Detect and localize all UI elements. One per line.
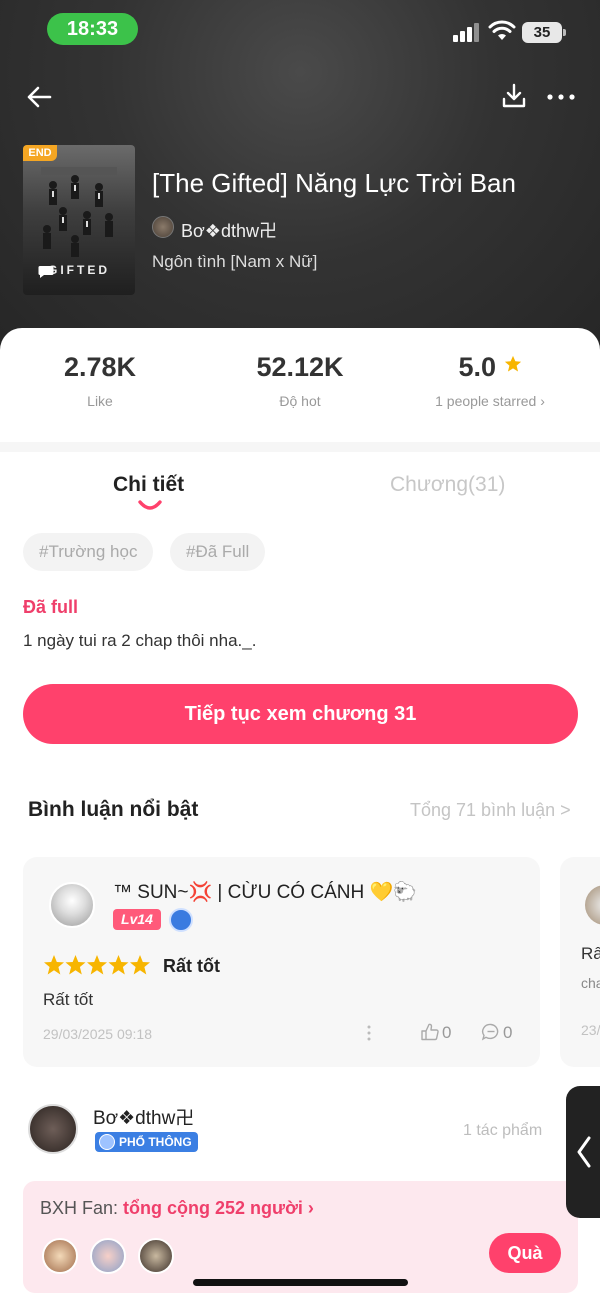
- comment-reply-button[interactable]: 0: [481, 1022, 512, 1044]
- tag-item[interactable]: #Đã Full: [170, 533, 266, 571]
- rating-value: 5.0: [458, 352, 497, 382]
- author-avatar[interactable]: [152, 216, 174, 238]
- stat-hot: 52.12K Độ hot: [200, 352, 400, 409]
- comment-like-button[interactable]: 0: [420, 1022, 451, 1044]
- all-comments-link[interactable]: Tổng 71 bình luận >: [410, 800, 571, 821]
- rating-text: Rất tốt: [163, 956, 220, 976]
- fan-ranking-prefix: BXH Fan:: [40, 1198, 124, 1218]
- membership-badge: PHỔ THÔNG: [95, 1132, 198, 1152]
- hot-label: Độ hot: [279, 393, 321, 409]
- like-label: Like: [87, 393, 113, 409]
- book-description: 1 ngày tui ra 2 chap thôi nha._.: [23, 631, 257, 650]
- home-indicator: [193, 1279, 408, 1286]
- tab-indicator: [138, 500, 162, 510]
- commenter-name: ™ SUN~💢 | CỪU CÓ CÁNH 💛🐑: [113, 882, 417, 903]
- commenter-avatar[interactable]: [49, 882, 95, 928]
- status-time: 18:33: [47, 13, 138, 45]
- author-name[interactable]: Bơ❖dthw卍: [181, 217, 277, 243]
- gift-button[interactable]: Quà: [489, 1233, 561, 1273]
- cellular-signal-icon: [453, 22, 483, 42]
- comment-card-next[interactable]: Rấ cha 23/: [560, 857, 600, 1067]
- comment-text: Rất tốt: [43, 990, 94, 1009]
- author-profile-name[interactable]: Bơ❖dthw卍: [93, 1103, 194, 1130]
- section-divider: [0, 442, 600, 452]
- membership-drop-icon: [169, 908, 193, 932]
- tab-chapters[interactable]: Chương(31): [390, 473, 505, 497]
- fan-ranking-count: tổng cộng 252 người ›: [123, 1198, 314, 1218]
- stats-row: 2.78K Like 52.12K Độ hot 5.0 1 people st…: [0, 352, 600, 432]
- wifi-icon: [488, 20, 516, 40]
- like-count: 0: [442, 1023, 452, 1042]
- comment-date: 29/03/2025 09:18: [43, 1026, 152, 1042]
- fan-avatar[interactable]: [90, 1238, 126, 1274]
- tag-item[interactable]: #Trường học: [23, 533, 154, 571]
- rating-stars: [44, 955, 150, 975]
- fan-ranking-label[interactable]: BXH Fan: tổng cộng 252 người ›: [40, 1198, 314, 1219]
- stat-rating[interactable]: 5.0 1 people starred ›: [390, 352, 590, 409]
- comment-more-icon[interactable]: [363, 1023, 375, 1043]
- fan-ranking-box[interactable]: BXH Fan: tổng cộng 252 người › Quà: [23, 1181, 578, 1293]
- download-icon[interactable]: [500, 82, 528, 110]
- level-badge: Lv14: [113, 909, 161, 930]
- chat-bubble-icon: [38, 266, 54, 278]
- book-cover[interactable]: END GIFTED: [23, 145, 135, 295]
- author-works-count[interactable]: 1 tác phẩm: [463, 1122, 542, 1140]
- comment-text: Rấ: [581, 944, 600, 963]
- stat-like: 2.78K Like: [0, 352, 200, 409]
- rating-label: 1 people starred ›: [435, 393, 545, 409]
- side-drawer-handle[interactable]: [566, 1086, 600, 1218]
- thumbs-up-icon: [421, 1023, 439, 1041]
- battery-icon: 35: [522, 22, 566, 43]
- end-badge: END: [23, 145, 57, 161]
- reply-bubble-icon: [481, 1023, 499, 1041]
- chevron-left-icon: [577, 1136, 591, 1168]
- book-genre: Ngôn tình [Nam x Nữ]: [152, 252, 318, 271]
- commenter-avatar: [585, 885, 600, 925]
- comment-date: 23/: [581, 1022, 600, 1038]
- continue-reading-button[interactable]: Tiếp tục xem chương 31: [23, 684, 578, 744]
- like-count: 2.78K: [63, 352, 137, 382]
- tab-detail[interactable]: Chi tiết: [113, 473, 184, 497]
- fan-avatar[interactable]: [42, 1238, 78, 1274]
- comment-card[interactable]: ™ SUN~💢 | CỪU CÓ CÁNH 💛🐑 Lv14 Rất tốt Rấ…: [23, 857, 540, 1067]
- status-bar: 18:33 35: [0, 0, 600, 60]
- hot-count: 52.12K: [256, 352, 344, 382]
- fan-avatar[interactable]: [138, 1238, 174, 1274]
- more-options-icon[interactable]: [545, 82, 577, 110]
- star-icon: [504, 355, 521, 372]
- back-arrow-icon[interactable]: [24, 82, 54, 112]
- author-profile-avatar[interactable]: [28, 1104, 78, 1154]
- book-title: [The Gifted] Năng Lực Trời Ban: [152, 168, 516, 198]
- comment-text: cha: [581, 975, 600, 991]
- reply-count: 0: [503, 1023, 513, 1042]
- comments-section-title: Bình luận nổi bật: [28, 798, 199, 821]
- completion-status: Đã full: [23, 597, 79, 617]
